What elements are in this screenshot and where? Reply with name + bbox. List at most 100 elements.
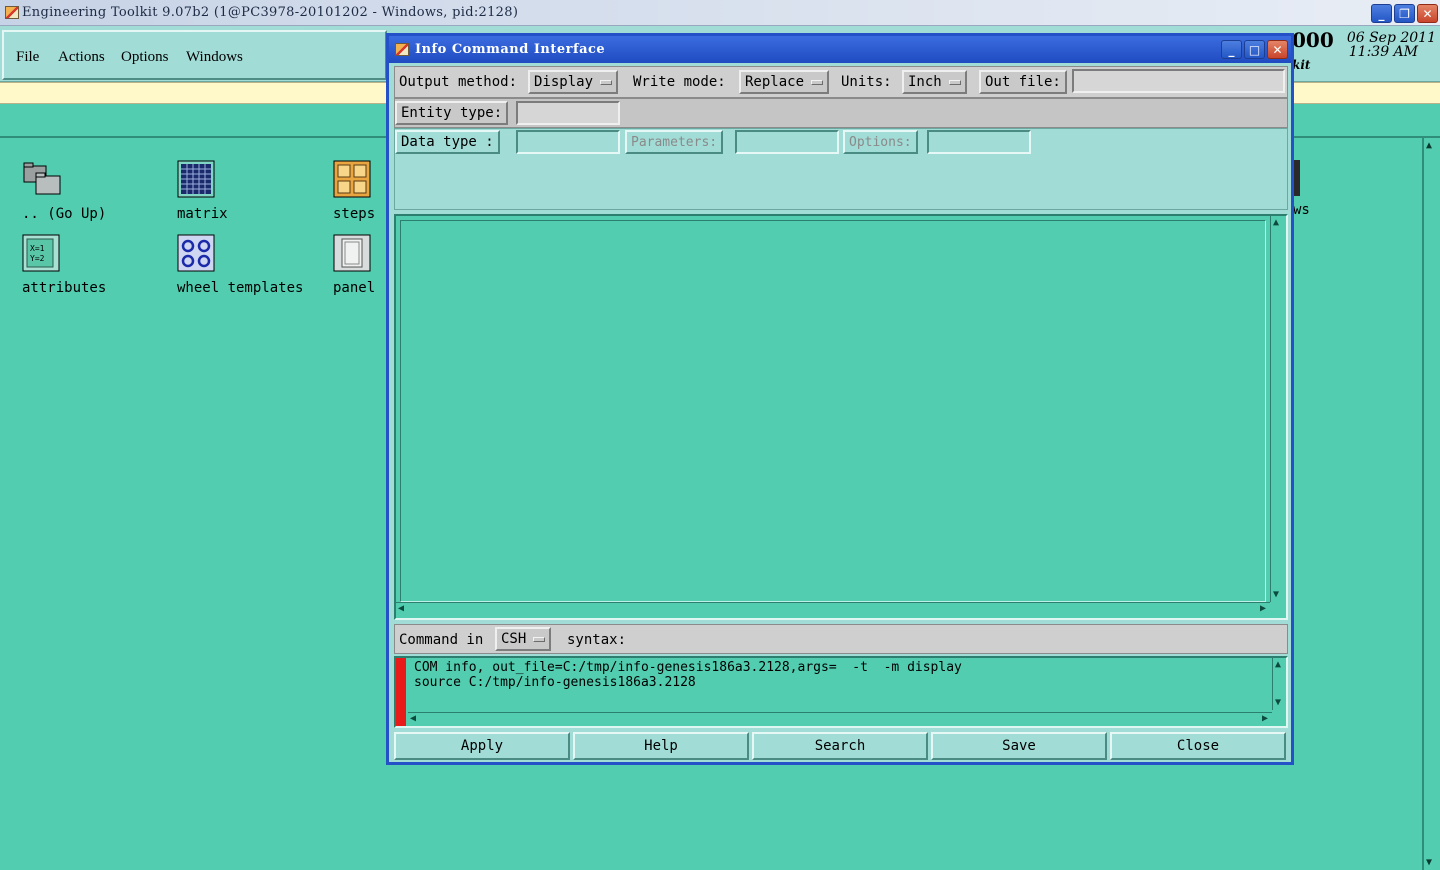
desktop-scrollbar[interactable]: ▲ ▼ <box>1422 138 1438 870</box>
app-icon <box>5 6 19 19</box>
units-select[interactable]: Inch <box>902 70 967 94</box>
close-button[interactable]: ✕ <box>1417 4 1438 23</box>
minimize-button[interactable]: _ <box>1371 4 1392 23</box>
desktop-icon-go-up[interactable]: .. (Go Up) <box>22 160 106 222</box>
search-button[interactable]: Search <box>752 732 928 760</box>
desktop-icon-wheel-templates[interactable]: wheel templates <box>177 234 303 296</box>
desktop-icon-label: matrix <box>177 206 228 222</box>
desktop-icon-label: .. (Go Up) <box>22 206 107 222</box>
svg-text:Y=2: Y=2 <box>30 254 45 263</box>
data-type-button[interactable]: Data type : <box>395 130 500 154</box>
option-menu-icon <box>533 636 546 642</box>
apply-button[interactable]: Apply <box>394 732 570 760</box>
menu-options[interactable]: Options <box>121 49 169 66</box>
write-mode-select[interactable]: Replace <box>739 70 830 94</box>
scroll-down-arrow-icon[interactable]: ▼ <box>1273 590 1279 600</box>
clock-partial: 000 <box>1292 28 1334 52</box>
output-method-select[interactable]: Display <box>528 70 619 94</box>
scroll-down-arrow-icon[interactable]: ▼ <box>1275 698 1281 708</box>
scroll-left-arrow-icon[interactable]: ◀ <box>398 604 404 614</box>
scroll-right-arrow-icon[interactable]: ▶ <box>1260 604 1266 614</box>
menu-windows[interactable]: Windows <box>186 49 243 66</box>
desktop-icon-label: wheel templates <box>177 280 304 296</box>
menu-actions[interactable]: Actions <box>58 49 105 66</box>
entity-type-input[interactable] <box>516 101 620 125</box>
desktop-icon-matrix[interactable]: matrix <box>177 160 228 222</box>
desktop-icon-label: attributes <box>22 280 107 296</box>
panel-icon <box>333 234 371 272</box>
options-button[interactable]: Options: <box>843 130 918 154</box>
output-method-label: Output method: <box>399 74 518 90</box>
clock: 06 Sep 2011 11:39 AM <box>1347 31 1436 59</box>
data-type-area: Data type : Parameters: Options: <box>394 128 1288 210</box>
close-dialog-button[interactable]: Close <box>1110 732 1286 760</box>
main-title-bar[interactable]: Engineering Toolkit 9.07b2 (1@PC3978-201… <box>0 0 1440 26</box>
scroll-right-arrow-icon[interactable]: ▶ <box>1262 714 1268 724</box>
command-marker <box>396 658 406 726</box>
option-menu-icon <box>600 79 613 85</box>
menu-bar: File Actions Options Windows <box>2 30 387 80</box>
dialog-button-row: Apply Help Search Save Close <box>394 731 1288 761</box>
command-text-area[interactable]: COM info, out_file=C:/tmp/info-genesis18… <box>394 656 1288 728</box>
desktop-icon-steps[interactable]: steps <box>333 160 375 222</box>
scroll-up-arrow-icon[interactable]: ▲ <box>1426 140 1432 151</box>
dialog-maximize-button[interactable]: □ <box>1244 40 1265 59</box>
dialog-app-icon <box>395 43 409 56</box>
desktop-icon-attributes[interactable]: X=1 Y=2 attributes <box>22 234 106 296</box>
folder-up-icon <box>22 160 61 198</box>
units-label: Units: <box>841 74 892 90</box>
partial-desktop-label: ws <box>1293 202 1310 218</box>
desktop-icon-panel[interactable]: panel <box>333 234 375 296</box>
svg-text:X=1: X=1 <box>30 244 45 253</box>
clock-date: 06 Sep 2011 <box>1346 30 1436 46</box>
restore-button[interactable]: ❐ <box>1394 4 1415 23</box>
dialog-title-bar[interactable]: Info Command Interface _ □ ✕ <box>389 36 1291 63</box>
command-vertical-scrollbar[interactable]: ▲ ▼ <box>1272 658 1286 710</box>
command-line: source C:/tmp/info-genesis186a3.2128 <box>414 675 696 690</box>
scroll-up-arrow-icon[interactable]: ▲ <box>1273 218 1279 228</box>
steps-icon <box>333 160 371 198</box>
attributes-icon: X=1 Y=2 <box>22 234 60 272</box>
matrix-icon <box>177 160 215 198</box>
output-text-content[interactable] <box>400 220 1266 602</box>
out-file-button[interactable]: Out file: <box>979 70 1067 94</box>
clock-partial-sub: kit <box>1292 58 1311 72</box>
dialog-minimize-button[interactable]: _ <box>1221 40 1242 59</box>
scroll-down-arrow-icon[interactable]: ▼ <box>1426 857 1432 868</box>
output-vertical-scrollbar[interactable]: ▲ ▼ <box>1270 216 1284 602</box>
output-settings-row: Output method: Display Write mode: Repla… <box>394 66 1288 98</box>
command-in-label: Command in <box>399 632 484 648</box>
output-text-area[interactable]: ▲ ▼ ◀ ▶ <box>394 214 1288 620</box>
dialog-window-controls: _ □ ✕ <box>1221 40 1288 59</box>
desktop-icon-label: panel <box>333 280 376 296</box>
entity-type-row: Entity type: <box>394 98 1288 128</box>
syntax-label: syntax: <box>567 632 627 648</box>
shell-select[interactable]: CSH <box>495 627 552 651</box>
main-window-controls: _ ❐ ✕ <box>1371 4 1438 23</box>
info-command-dialog: Info Command Interface _ □ ✕ Output meth… <box>386 33 1294 765</box>
data-type-input[interactable] <box>516 130 620 154</box>
desktop-icon-label: steps <box>333 206 376 222</box>
command-horizontal-scrollbar[interactable]: ◀ ▶ <box>408 712 1272 726</box>
command-line: COM info, out_file=C:/tmp/info-genesis18… <box>414 660 962 675</box>
menu-file[interactable]: File <box>16 49 39 66</box>
option-menu-icon <box>811 79 824 85</box>
output-horizontal-scrollbar[interactable]: ◀ ▶ <box>396 602 1270 616</box>
option-menu-icon <box>948 79 961 85</box>
help-button[interactable]: Help <box>573 732 749 760</box>
parameters-input[interactable] <box>735 130 839 154</box>
command-text[interactable]: COM info, out_file=C:/tmp/info-genesis18… <box>414 660 962 690</box>
parameters-button[interactable]: Parameters: <box>625 130 724 154</box>
main-window-title: Engineering Toolkit 9.07b2 (1@PC3978-201… <box>22 5 519 20</box>
wheel-templates-icon <box>177 234 215 272</box>
dialog-title: Info Command Interface <box>415 42 606 57</box>
options-input[interactable] <box>927 130 1031 154</box>
dialog-close-button[interactable]: ✕ <box>1267 40 1288 59</box>
save-button[interactable]: Save <box>931 732 1107 760</box>
scroll-up-arrow-icon[interactable]: ▲ <box>1275 660 1281 670</box>
clock-time: 11:39 AM <box>1348 44 1418 60</box>
out-file-input[interactable] <box>1072 69 1285 93</box>
scroll-left-arrow-icon[interactable]: ◀ <box>410 714 416 724</box>
entity-type-button[interactable]: Entity type: <box>395 101 509 125</box>
write-mode-label: Write mode: <box>633 74 726 90</box>
